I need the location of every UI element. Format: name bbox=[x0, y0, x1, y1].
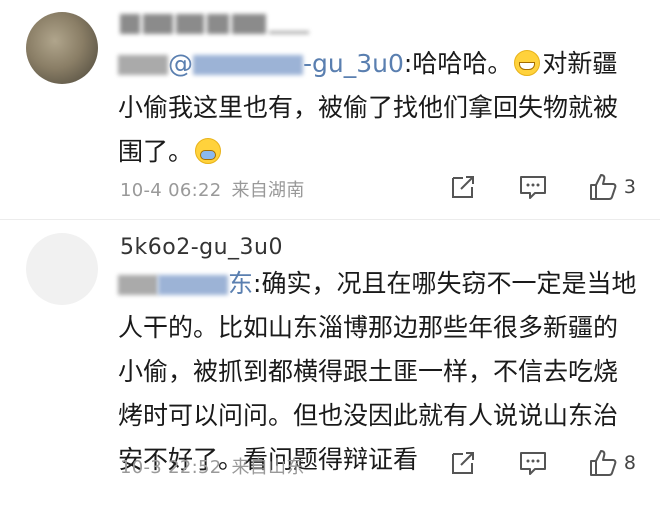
comment-icon bbox=[519, 176, 546, 199]
mention-link[interactable]: 东 bbox=[158, 269, 253, 298]
thumbs-up-icon bbox=[589, 450, 617, 476]
timestamp: 10-4 06:22 bbox=[120, 180, 222, 201]
comment-meta: 10-4 06:22 来自湖南 bbox=[120, 176, 305, 202]
comment-button[interactable] bbox=[518, 448, 550, 478]
comment-text: @ -gu_3u0:哈哈哈。 对新疆小偷我这里也有，被偷了找他们拿回失物就被围了。 bbox=[118, 42, 638, 174]
share-icon bbox=[451, 452, 474, 474]
comment-meta: 10-3 22:52 来自山东 bbox=[120, 453, 305, 479]
avatar[interactable] bbox=[26, 12, 98, 84]
share-icon bbox=[451, 176, 474, 198]
crying-emoji-icon bbox=[195, 138, 222, 164]
username-blurred[interactable] bbox=[120, 14, 325, 38]
timestamp: 10-3 22:52 bbox=[120, 457, 222, 478]
reply-prefix-blurred bbox=[118, 275, 158, 295]
comment-divider bbox=[0, 219, 660, 220]
grin-emoji-icon bbox=[514, 50, 541, 76]
thumbs-up-icon bbox=[589, 174, 617, 200]
comment-button[interactable] bbox=[518, 172, 550, 202]
comment-actions: 8 bbox=[410, 448, 636, 478]
like-count: 3 bbox=[623, 176, 636, 198]
like-button[interactable]: 3 bbox=[588, 172, 636, 202]
share-button[interactable] bbox=[448, 172, 480, 202]
comment-item: @ -gu_3u0:哈哈哈。 对新疆小偷我这里也有，被偷了找他们拿回失物就被围了。 … bbox=[0, 0, 660, 220]
like-count: 8 bbox=[623, 452, 636, 474]
reply-text: :哈哈哈。 bbox=[403, 49, 513, 78]
comment-actions: 3 bbox=[410, 172, 636, 202]
share-button[interactable] bbox=[448, 448, 480, 478]
username[interactable]: 5k6o2-gu_3u0 bbox=[120, 235, 283, 260]
mention-link[interactable]: @ -gu_3u0 bbox=[168, 49, 404, 78]
avatar[interactable] bbox=[26, 233, 98, 305]
comment-icon bbox=[519, 452, 546, 475]
reply-prefix-blurred bbox=[118, 55, 168, 75]
reply-text: :确实，况且在哪失窃不一定是当地人干的。比如山东淄博那边那些年很多新疆的小偷，被… bbox=[118, 269, 637, 474]
location-source: 来自山东 bbox=[231, 457, 305, 478]
like-button[interactable]: 8 bbox=[588, 448, 636, 478]
location-source: 来自湖南 bbox=[231, 180, 305, 201]
